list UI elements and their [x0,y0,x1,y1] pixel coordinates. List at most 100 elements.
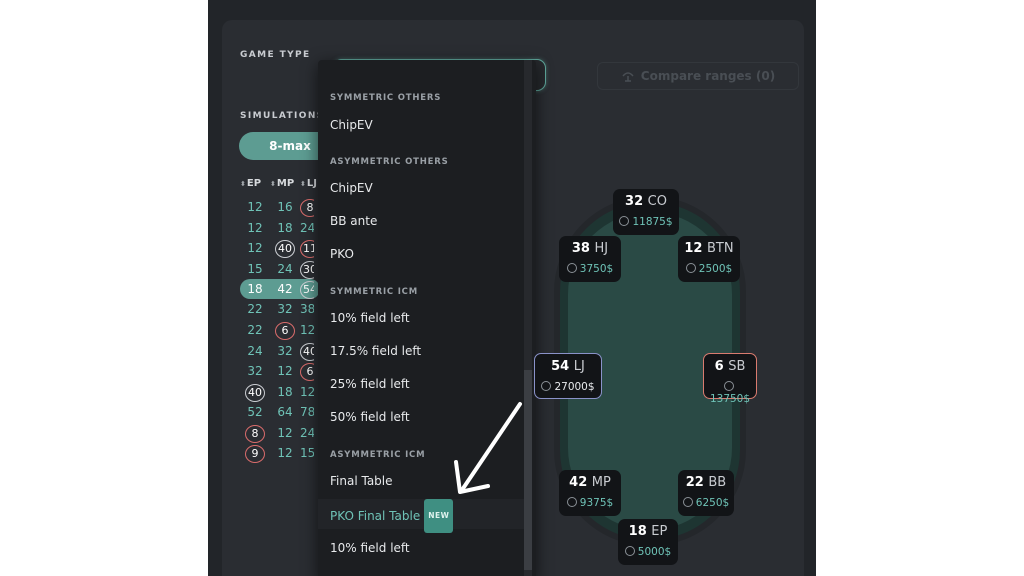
cell-value: 12 [247,221,263,235]
cell-value: 12 [277,364,293,378]
grid-cell[interactable]: 12 [240,197,270,217]
menu-item-chipev-sym[interactable]: ChipEV [318,110,524,140]
grid-cell[interactable]: 52 [240,402,270,422]
grid-cell[interactable]: 9 [240,443,270,463]
seat-btn[interactable]: 12 BTN 2500$ [678,236,740,282]
table-row[interactable]: 22 32 38 [240,299,314,319]
grid-cell[interactable]: 22 [240,299,270,319]
cell-value: 40 [300,343,314,361]
bounty-target-icon [685,263,696,273]
grid-cell[interactable]: 64 [270,402,300,422]
seat-co[interactable]: 32 CO 11875$ [613,189,679,235]
cell-value: 16 [277,200,293,214]
grid-cell[interactable]: 12 [240,238,270,258]
cell-value: 32 [277,344,293,358]
seat-bounty: 6250$ [678,497,734,509]
seat-stack: 12 BTN [684,241,734,256]
new-badge: NEW [424,499,454,533]
menu-item-chipev-asym[interactable]: ChipEV [318,173,524,203]
header-mp[interactable]: ⬍MP [270,178,300,189]
grid-cell[interactable]: 30 [300,259,314,279]
header-ep[interactable]: ⬍EP [240,178,270,189]
game-type-label: GAME TYPE [240,50,311,60]
grid-cell[interactable]: 6 [300,361,314,381]
section-header: ASYMMETRIC ICM [330,450,426,460]
menu-item-17-5-field-left[interactable]: 17.5% field left [318,336,524,366]
seat-stack: 38 HJ [571,241,609,256]
grid-cell[interactable]: 18 [270,218,300,238]
grid-cell[interactable]: 32 [240,361,270,381]
grid-cell[interactable]: 24 [270,259,300,279]
seat-stack: 42 MP [569,475,611,490]
table-row[interactable]: 9 12 15 [240,443,314,463]
grid-cell[interactable]: 40 [270,238,300,258]
grid-cell[interactable]: 12 [270,361,300,381]
grid-cell[interactable]: 11 [300,238,314,258]
cell-value: 22 [247,323,263,337]
grid-cell[interactable]: 12 [300,320,314,340]
table-row[interactable]: 32 12 6 [240,361,314,381]
grid-cell[interactable]: 8 [240,423,270,443]
grid-cell[interactable]: 12 [300,382,314,402]
grid-cell[interactable]: 15 [240,259,270,279]
menu-item-bb-ante[interactable]: BB ante [318,206,524,236]
cell-value: 9 [245,445,265,463]
grid-cell[interactable]: 40 [240,382,270,402]
table-row[interactable]: 18 42 54 [240,279,320,299]
cell-value: 8 [245,425,265,443]
grid-cell[interactable]: 15 [300,443,314,463]
seat-bounty: 3750$ [559,263,621,275]
table-row[interactable]: 12 40 11 [240,238,314,258]
cell-value: 32 [247,364,263,378]
seat-sb[interactable]: 6 SB 13750$ [703,353,757,405]
grid-cell[interactable]: 22 [240,320,270,340]
grid-cell[interactable]: 42 [270,279,300,299]
menu-item-10-field-left-asym[interactable]: 10% field left [318,533,524,563]
grid-cell[interactable]: 12 [270,443,300,463]
table-row[interactable]: 12 16 8 [240,197,314,217]
table-row[interactable]: 24 32 40 [240,341,314,361]
grid-cell[interactable]: 54 [300,279,314,299]
cell-value: 12 [300,385,314,399]
seat-stack: 22 BB [685,475,727,490]
section-header: SYMMETRIC OTHERS [330,93,442,103]
seat-mp[interactable]: 42 MP 9375$ [559,470,621,516]
grid-cell[interactable]: 24 [300,218,314,238]
table-row[interactable]: 52 64 78 [240,402,314,422]
compare-ranges-button[interactable]: Compare ranges (0) [597,62,799,90]
grid-cell[interactable]: 24 [300,423,314,443]
menu-item-pko-final-table[interactable]: PKO Final Table NEW [318,499,524,533]
menu-item-pko[interactable]: PKO [318,239,524,269]
grid-cell[interactable]: 38 [300,299,314,319]
grid-cell[interactable]: 12 [240,218,270,238]
table-row[interactable]: 22 6 12 [240,320,314,340]
seat-lj[interactable]: 54 LJ 27000$ [534,353,602,399]
grid-cell[interactable]: 16 [270,197,300,217]
grid-header: ⬍EP ⬍MP ⬍LJ [240,178,330,189]
grid-cell[interactable]: 18 [240,279,270,299]
grid-cell[interactable]: 8 [300,197,314,217]
grid-cell[interactable]: 6 [270,320,300,340]
cell-value: 24 [247,344,263,358]
simulations-label: SIMULATIONS [240,111,325,121]
cell-value: 12 [277,426,293,440]
seat-hj[interactable]: 38 HJ 3750$ [559,236,621,282]
grid-cell[interactable]: 24 [240,341,270,361]
grid-cell[interactable]: 78 [300,402,314,422]
seat-ep[interactable]: 18 EP 5000$ [618,519,678,565]
sort-icon: ⬍ [240,180,246,188]
grid-cell[interactable]: 32 [270,341,300,361]
table-row[interactable]: 15 24 30 [240,259,314,279]
table-row[interactable]: 40 18 12 [240,382,314,402]
grid-cell[interactable]: 18 [270,382,300,402]
table-row[interactable]: 12 18 24 [240,218,314,238]
menu-item-25-field-left[interactable]: 25% field left [318,369,524,399]
table-row[interactable]: 8 12 24 [240,423,314,443]
menu-item-10-field-left[interactable]: 10% field left [318,303,524,333]
grid-cell[interactable]: 40 [300,341,314,361]
seat-bb[interactable]: 22 BB 6250$ [678,470,734,516]
cell-value: 30 [300,261,314,279]
grid-cell[interactable]: 12 [270,423,300,443]
sort-icon: ⬍ [270,180,276,188]
grid-cell[interactable]: 32 [270,299,300,319]
